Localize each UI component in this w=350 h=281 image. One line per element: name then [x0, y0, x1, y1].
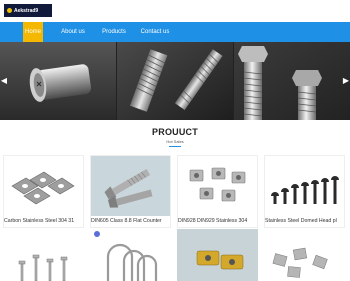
- product-card[interactable]: [90, 229, 171, 281]
- product-image-domed-head-bolts: [265, 156, 344, 216]
- product-image-hex-bolts-set: [3, 229, 84, 281]
- product-label[interactable]: Stainless Steel Domed Head pl: [265, 217, 344, 226]
- product-image-channel-spring-nuts: [177, 229, 258, 281]
- product-card[interactable]: DIN605 Class 8.8 Flat Counter: [90, 155, 171, 228]
- product-image-square-weld-nuts: [178, 156, 257, 216]
- product-image-u-bolts: [90, 229, 171, 281]
- carousel-prev-button[interactable]: ◀: [0, 75, 8, 87]
- nav-item-about-us[interactable]: About us: [58, 22, 88, 42]
- product-card[interactable]: [3, 229, 84, 281]
- product-image-flat-countersunk-bolts: [91, 156, 170, 216]
- hero-carousel[interactable]: ◀ ▶: [0, 42, 350, 120]
- carousel-slide-threaded-studs: [117, 42, 233, 120]
- carousel-slide-hex-bolts: [234, 42, 350, 120]
- product-card[interactable]: Stainless Steel Domed Head pl: [264, 155, 345, 228]
- product-card[interactable]: DIN928 DIN929 Stainless 304: [177, 155, 258, 228]
- threaded-studs-image: [117, 42, 233, 120]
- nav-item-home[interactable]: Home: [23, 22, 43, 42]
- nav-item-contact-us[interactable]: Contact us: [138, 22, 172, 42]
- logo-text: Aekstrad9: [14, 7, 39, 14]
- product-label[interactable]: Carbon Stainless Steel 304 31: [4, 217, 83, 226]
- logo-icon: [7, 8, 12, 13]
- product-image-square-washers: [4, 156, 83, 216]
- header: Aekstrad9: [0, 0, 350, 22]
- carousel-slide-flanged-pin: [0, 42, 116, 120]
- product-image-square-nuts: [264, 229, 345, 281]
- products-section-title: PROUUCT: [152, 127, 198, 137]
- section-divider: [169, 146, 181, 147]
- product-label[interactable]: DIN605 Class 8.8 Flat Counter: [91, 217, 170, 226]
- flanged-pin-image: [0, 42, 116, 120]
- products-section-subtitle: Hot Sales: [166, 139, 184, 144]
- chevron-right-icon: ▶: [342, 76, 350, 85]
- chevron-left-icon: ◀: [0, 76, 8, 85]
- product-card[interactable]: Carbon Stainless Steel 304 31: [3, 155, 84, 228]
- product-card[interactable]: [177, 229, 258, 281]
- main-nav: Home About us Products Contact us: [0, 22, 350, 42]
- site-logo[interactable]: Aekstrad9: [4, 4, 52, 17]
- carousel-next-button[interactable]: ▶: [342, 75, 350, 87]
- nav-item-products[interactable]: Products: [100, 22, 128, 42]
- product-card[interactable]: [264, 229, 345, 281]
- hex-bolts-image: [234, 42, 350, 120]
- product-label[interactable]: DIN928 DIN929 Stainless 304: [178, 217, 257, 226]
